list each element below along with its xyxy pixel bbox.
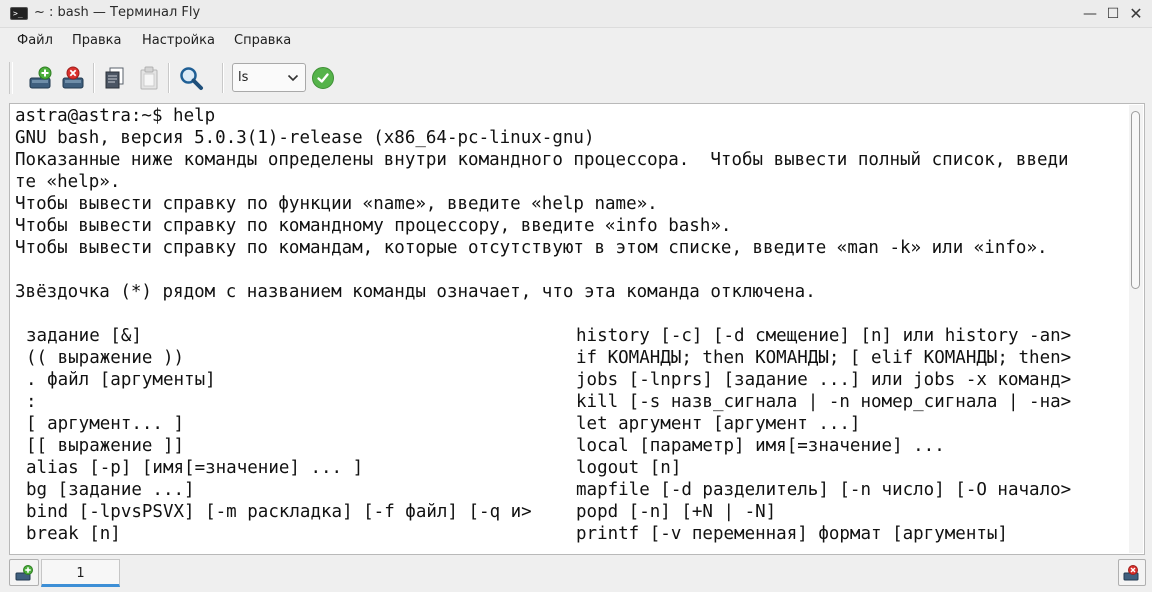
- help-command-entry: alias [-p] [имя[=значение] ... ]: [26, 458, 364, 478]
- window-title: ~ : bash — Терминал Fly: [34, 5, 201, 20]
- help-command-entry: mapfile [-d разделитель] [-n число] [-O …: [576, 480, 1072, 500]
- help-command-entry: logout [n]: [576, 458, 682, 478]
- command-select[interactable]: ls: [232, 63, 306, 92]
- close-tab-icon: [62, 66, 84, 89]
- close-tab-icon: [1123, 565, 1139, 581]
- menu-bar: Файл Правка Настройка Справка: [0, 29, 1152, 54]
- chevron-down-icon: [287, 74, 299, 82]
- checkmark-icon: [317, 73, 329, 83]
- tabbar-new-tab-button[interactable]: [9, 559, 39, 586]
- help-command-column-left: задание [&] (( выражение )) . файл [аргу…: [26, 325, 566, 545]
- new-tab-icon: [15, 565, 33, 581]
- help-command-entry: [[ выражение ]]: [26, 436, 185, 456]
- tab-label: 1: [76, 566, 85, 581]
- help-command-entry: (( выражение )): [26, 348, 185, 368]
- copy-icon: [105, 67, 124, 89]
- help-command-entry: bg [задание ...]: [26, 480, 195, 500]
- terminal-app-icon: >_: [10, 7, 28, 20]
- new-tab-button[interactable]: [27, 64, 55, 92]
- title-bar: >_ ~ : bash — Терминал Fly — ☐ ✕: [0, 0, 1152, 28]
- help-command-entry: break [n]: [26, 524, 121, 544]
- close-window-button[interactable]: ✕: [1126, 4, 1146, 24]
- help-command-entry: bind [-lpvsPSVX] [-m раскладка] [-f файл…: [26, 502, 532, 522]
- help-command-entry: let аргумент [аргумент ...]: [576, 414, 861, 434]
- help-command-entry: kill [-s назв_сигнала | -n номер_сигнала…: [576, 392, 1072, 412]
- toolbar-separator: [222, 63, 224, 93]
- help-command-entry: popd [-n] [+N | -N]: [576, 502, 777, 522]
- toolbar-separator: [168, 63, 170, 93]
- vertical-scrollbar[interactable]: [1129, 105, 1143, 553]
- tab-1[interactable]: 1: [41, 559, 120, 587]
- help-command-column-right: history [-c] [-d смещение] [n] или histo…: [576, 325, 1106, 545]
- terminal-line: GNU bash, версия 5.0.3(1)-release (x86_6…: [15, 128, 595, 148]
- toolbar-separator: [93, 63, 95, 93]
- terminal-view[interactable]: astra@astra:~$ help GNU bash, версия 5.0…: [9, 103, 1145, 555]
- terminal-output: astra@astra:~$ help GNU bash, версия 5.0…: [15, 105, 1125, 325]
- help-command-entry: jobs [-lnprs] [задание ...] или jobs -x …: [576, 370, 1072, 390]
- tabbar-close-tab-button[interactable]: [1118, 559, 1146, 586]
- help-command-entry: if КОМАНДЫ; then КОМАНДЫ; [ elif КОМАНДЫ…: [576, 348, 1072, 368]
- help-command-entry: задание [&]: [26, 326, 142, 346]
- terminal-line: Показанные ниже команды определены внутр…: [15, 150, 1069, 170]
- help-command-entry: printf [-v переменная] формат [аргументы…: [576, 524, 1008, 544]
- terminal-line: те «help».: [15, 172, 121, 192]
- search-button[interactable]: [177, 64, 205, 92]
- paste-button[interactable]: [135, 64, 163, 92]
- toolbar: ls: [0, 56, 1152, 100]
- minimize-button[interactable]: —: [1080, 4, 1100, 24]
- menu-file[interactable]: Файл: [17, 33, 53, 48]
- search-icon: [180, 67, 203, 90]
- help-command-entry: :: [26, 392, 37, 412]
- menu-edit[interactable]: Правка: [72, 33, 121, 48]
- help-command-entry: history [-c] [-d смещение] [n] или histo…: [576, 326, 1072, 346]
- tab-bar: 1: [0, 556, 1152, 592]
- close-tab-button[interactable]: [60, 64, 88, 92]
- menu-help[interactable]: Справка: [234, 33, 291, 48]
- terminal-line: Звёздочка (*) рядом с названием команды …: [15, 282, 816, 302]
- new-tab-icon: [29, 66, 52, 89]
- maximize-button[interactable]: ☐: [1103, 4, 1123, 24]
- help-command-entry: local [параметр] имя[=значение] ...: [576, 436, 945, 456]
- help-command-entry: [ аргумент... ]: [26, 414, 185, 434]
- paste-icon: [140, 66, 158, 90]
- terminal-line: Чтобы вывести справку по командному проц…: [15, 216, 732, 236]
- help-command-entry: . файл [аргументы]: [26, 370, 216, 390]
- menu-settings[interactable]: Настройка: [142, 33, 215, 48]
- terminal-line: Чтобы вывести справку по командам, котор…: [15, 238, 1048, 258]
- terminal-line: Чтобы вывести справку по функции «name»,…: [15, 194, 658, 214]
- copy-button[interactable]: [101, 64, 129, 92]
- terminal-line: astra@astra:~$ help: [15, 106, 216, 126]
- command-select-value: ls: [238, 70, 249, 85]
- scrollbar-thumb[interactable]: [1131, 111, 1140, 289]
- execute-command-button[interactable]: [312, 67, 334, 89]
- toolbar-grip[interactable]: [9, 62, 13, 94]
